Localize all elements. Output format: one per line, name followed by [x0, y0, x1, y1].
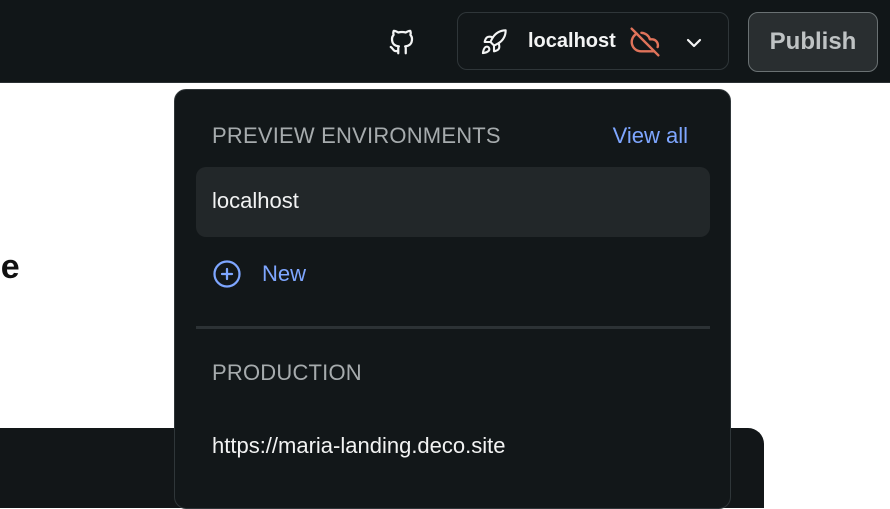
production-url-link[interactable]: https://maria-landing.deco.site — [212, 433, 506, 459]
preview-environment-item[interactable]: localhost — [196, 167, 710, 237]
github-button[interactable] — [384, 24, 420, 60]
new-environment-button[interactable]: New — [212, 258, 306, 290]
github-icon — [389, 29, 414, 55]
new-environment-label: New — [262, 261, 307, 286]
publish-button[interactable]: Publish — [748, 12, 878, 72]
preview-environment-label: localhost — [212, 188, 299, 213]
environments-dropdown: PREVIEW ENVIRONMENTS View all localhost … — [174, 89, 731, 509]
page-heading-fragment: ne — [0, 248, 20, 286]
environment-selector[interactable]: localhost — [457, 12, 729, 70]
view-all-link[interactable]: View all — [613, 123, 688, 149]
preview-environments-title: PREVIEW ENVIRONMENTS — [212, 123, 501, 148]
top-bar: localhost Publish — [0, 0, 890, 83]
chevron-down-icon — [686, 38, 702, 48]
environment-name: localhost — [528, 30, 616, 52]
plus-circle-icon — [213, 260, 241, 288]
production-title: PRODUCTION — [212, 360, 362, 385]
section-divider — [196, 326, 710, 329]
rocket-icon — [481, 29, 507, 55]
cloud-off-icon — [630, 27, 660, 57]
